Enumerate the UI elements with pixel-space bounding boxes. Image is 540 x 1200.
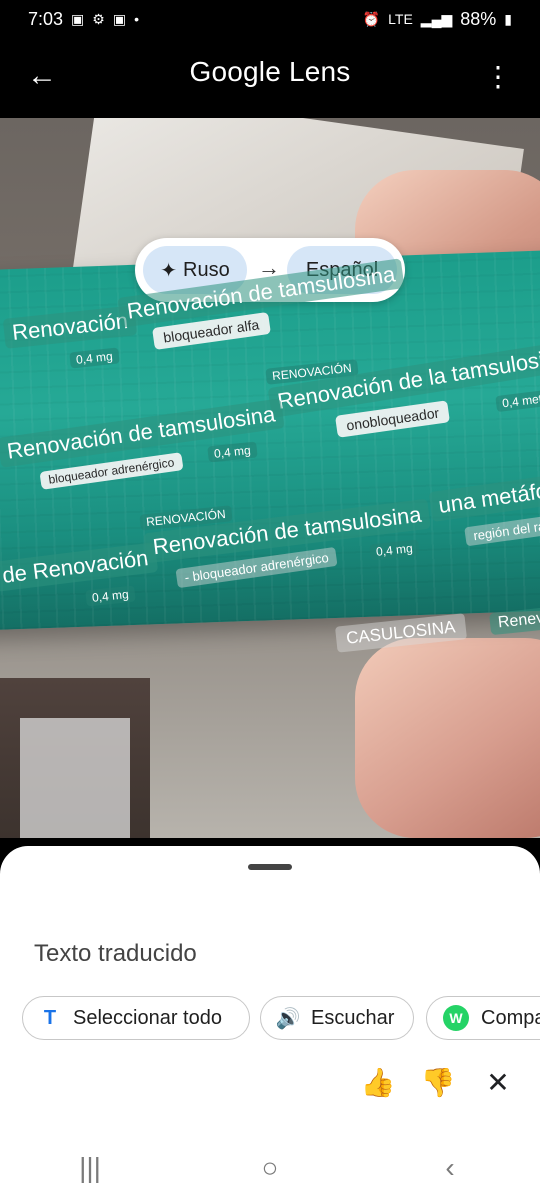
recent-apps-button[interactable]: ||| <box>60 1148 120 1188</box>
source-language-label: Ruso <box>183 258 230 281</box>
bottom-sheet: Texto traducido T Seleccionar todo 🔊 Esc… <box>0 846 540 1136</box>
thumbs-down-icon[interactable]: 👎 <box>420 1064 456 1100</box>
signal-icon: ▂▄▆ <box>420 10 453 27</box>
app-title: Google Lens <box>189 56 351 87</box>
camera-preview: ✦ Ruso → Español Renovación Renovación d… <box>0 118 540 838</box>
listen-chip[interactable]: 🔊 Escuchar <box>260 996 414 1040</box>
dot-icon: • <box>134 11 139 27</box>
status-bar: 7:03 ▣ ⚙ ▣ • ⏰ LTE ▂▄▆ 88% ▮ <box>0 0 540 38</box>
sheet-title: Texto traducido <box>34 940 197 967</box>
home-button[interactable]: ○ <box>240 1148 300 1188</box>
vpn-icon: ▣ <box>112 10 127 27</box>
background-item <box>20 718 130 838</box>
text-select-icon: T <box>43 1006 57 1029</box>
gallery-icon: ▣ <box>71 10 85 27</box>
action-chips: T Seleccionar todo 🔊 Escuchar W Compa <box>22 996 540 1042</box>
listen-label: Escuchar <box>311 1006 395 1029</box>
battery-icon: ▮ <box>504 10 512 27</box>
thumbs-up-icon[interactable]: 👍 <box>360 1064 396 1100</box>
back-button[interactable]: ‹ <box>420 1148 480 1188</box>
thumb-bottom <box>355 638 540 838</box>
more-menu-button[interactable]: ⋮ <box>478 56 518 96</box>
close-icon[interactable]: ✕ <box>480 1064 516 1100</box>
select-all-label: Seleccionar todo <box>73 1006 222 1029</box>
battery-percent: 88% <box>460 8 497 29</box>
select-all-chip[interactable]: T Seleccionar todo <box>22 996 250 1040</box>
top-app-bar: ← Google Lens ⋮ <box>0 38 540 118</box>
system-navigation-bar: ||| ○ ‹ <box>0 1136 540 1200</box>
alarm-icon: ⏰ <box>362 10 381 27</box>
feedback-actions: 👍 👎 ✕ <box>360 1064 516 1100</box>
network-label: LTE <box>388 11 413 27</box>
sparkle-icon: ✦ <box>160 259 178 282</box>
speaker-icon: 🔊 <box>275 1007 301 1030</box>
share-chip[interactable]: W Compa <box>426 996 540 1040</box>
share-label: Compa <box>481 1006 540 1029</box>
gear-icon: ⚙ <box>92 10 105 27</box>
status-time: 7:03 <box>28 8 64 29</box>
whatsapp-icon: W <box>443 1005 469 1031</box>
drag-handle[interactable] <box>248 864 292 870</box>
